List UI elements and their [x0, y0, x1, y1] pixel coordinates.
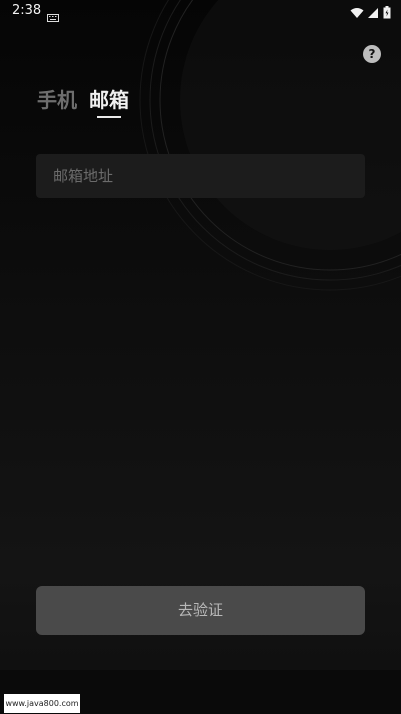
tab-phone[interactable]: 手机 — [37, 84, 77, 123]
tab-email-label: 邮箱 — [89, 88, 129, 112]
login-method-tabs: 手机 邮箱 — [37, 84, 129, 123]
email-field[interactable] — [36, 154, 365, 198]
watermark: www.java800.com — [4, 694, 80, 713]
login-screen: 2:38 ? 手机 邮箱 邮箱地址 去验证 www.java800.com — [0, 0, 401, 714]
wifi-icon — [350, 4, 364, 23]
status-bar: 2:38 — [0, 0, 401, 24]
tab-email[interactable]: 邮箱 — [89, 84, 129, 123]
keyboard-icon — [47, 7, 59, 26]
battery-icon — [383, 4, 391, 23]
help-button[interactable]: ? — [363, 45, 381, 63]
tab-active-indicator — [97, 116, 121, 118]
status-time: 2:38 — [12, 3, 42, 18]
verify-button[interactable]: 去验证 — [36, 586, 365, 635]
signal-icon — [368, 4, 379, 23]
status-icons — [350, 4, 391, 23]
tab-phone-label: 手机 — [37, 88, 77, 112]
